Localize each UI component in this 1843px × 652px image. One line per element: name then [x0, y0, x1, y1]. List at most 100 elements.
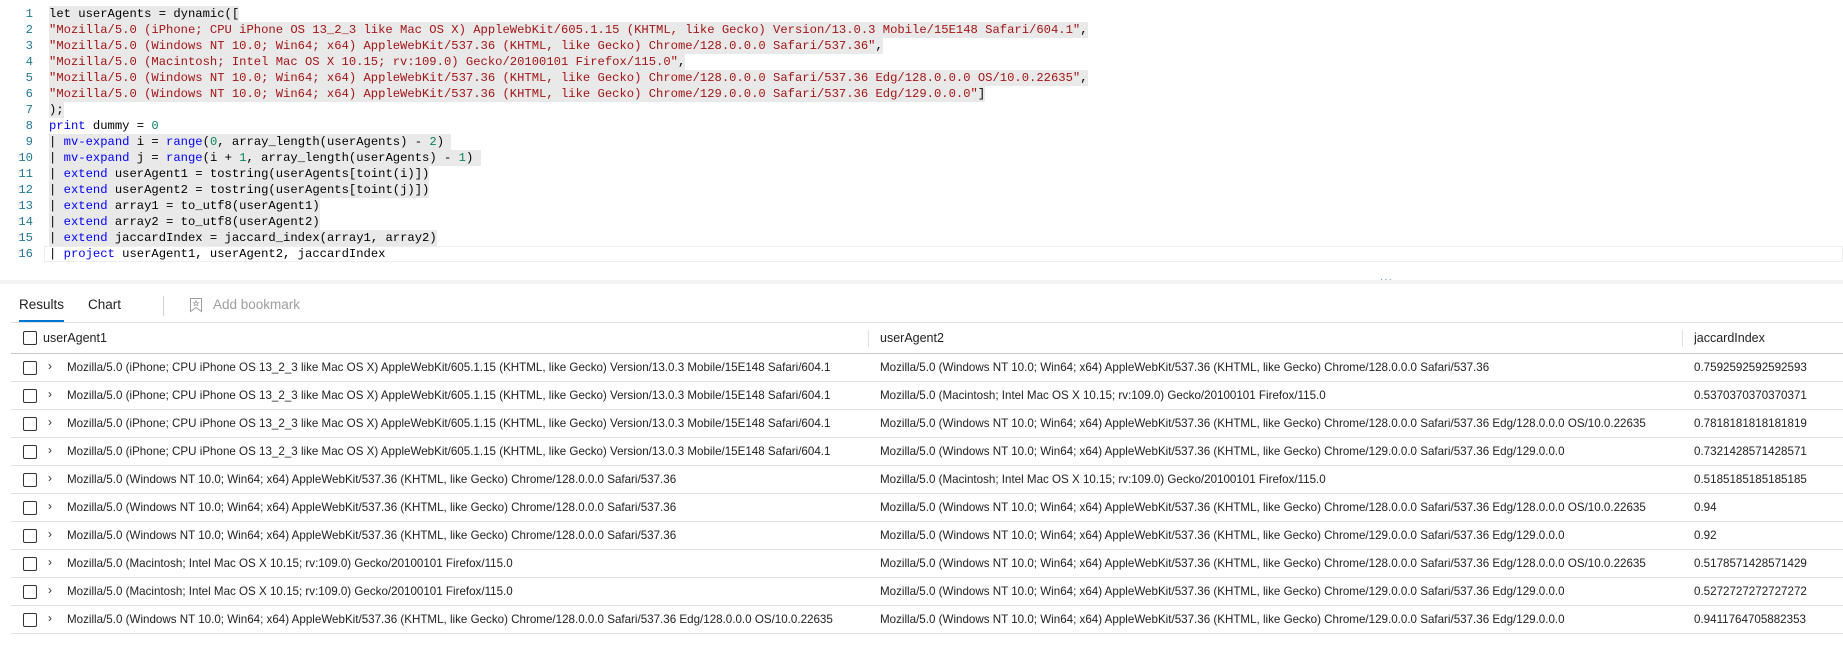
code-token: array2 = to_utf8(userAgent2)	[107, 215, 320, 229]
cell-useragent2: Mozilla/5.0 (Windows NT 10.0; Win64; x64…	[880, 529, 1565, 542]
row-checkbox[interactable]	[23, 557, 37, 571]
table-row[interactable]: › Mozilla/5.0 (iPhone; CPU iPhone OS 13_2…	[11, 410, 1843, 438]
code-token: ,	[1080, 23, 1088, 37]
code-text: "Mozilla/5.0 (Macintosh; Intel Mac OS X …	[49, 54, 686, 70]
code-text: "Mozilla/5.0 (Windows NT 10.0; Win64; x6…	[49, 86, 986, 102]
tab-divider	[163, 296, 164, 316]
line-number: 13	[18, 199, 33, 213]
pane-splitter[interactable]	[0, 280, 1843, 284]
code-line[interactable]: 7);	[0, 102, 1843, 118]
chevron-right-icon[interactable]: ›	[48, 359, 52, 373]
code-token: project	[63, 247, 115, 261]
code-token: extend	[63, 215, 108, 229]
code-text: | mv-expand j = range(i + 1, array_lengt…	[49, 150, 481, 166]
cell-jaccardindex: 0.92	[1694, 529, 1717, 542]
chevron-right-icon[interactable]: ›	[48, 443, 52, 457]
code-line[interactable]: 11 | extend userAgent1 = tostring(userAge…	[0, 166, 1843, 182]
cell-jaccardindex: 0.7818181818181819	[1694, 417, 1807, 430]
chevron-right-icon[interactable]: ›	[48, 415, 52, 429]
code-line[interactable]: 14 | extend array2 = to_utf8(userAgent2)	[0, 214, 1843, 230]
row-checkbox[interactable]	[23, 361, 37, 375]
grid-header-row: userAgent1 userAgent2 jaccardIndex	[11, 323, 1843, 354]
tab-results[interactable]: Results	[19, 290, 65, 322]
code-token: ,	[875, 39, 883, 53]
code-token: extend	[63, 231, 108, 245]
code-token: ]	[977, 87, 986, 101]
table-row[interactable]: › Mozilla/5.0 (Macintosh; Intel Mac OS X …	[11, 550, 1843, 578]
code-text: );	[49, 102, 64, 118]
table-row[interactable]: › Mozilla/5.0 (Macintosh; Intel Mac OS X …	[11, 578, 1843, 606]
code-line[interactable]: 5 "Mozilla/5.0 (Windows NT 10.0; Win64; x…	[0, 70, 1843, 86]
code-token: mv-expand	[63, 135, 130, 149]
code-line[interactable]: 3 "Mozilla/5.0 (Windows NT 10.0; Win64; x…	[0, 38, 1843, 54]
table-row[interactable]: › Mozilla/5.0 (Windows NT 10.0; Win64; x6…	[11, 466, 1843, 494]
code-line[interactable]: 8 print dummy = 0	[0, 118, 1843, 134]
code-token: |	[49, 183, 64, 197]
code-token: dummy =	[85, 119, 152, 133]
row-checkbox[interactable]	[23, 473, 37, 487]
select-all-checkbox[interactable]	[23, 331, 37, 345]
chevron-right-icon[interactable]: ›	[48, 387, 52, 401]
column-resize-handle[interactable]	[868, 330, 869, 347]
bookmark-icon	[190, 298, 202, 313]
code-line[interactable]: 2 "Mozilla/5.0 (iPhone; CPU iPhone OS 13_…	[0, 22, 1843, 38]
table-row[interactable]: › Mozilla/5.0 (Windows NT 10.0; Win64; x6…	[11, 606, 1843, 634]
column-header-useragent1[interactable]: userAgent1	[43, 323, 833, 353]
cell-useragent1: Mozilla/5.0 (Windows NT 10.0; Win64; x64…	[67, 501, 677, 514]
row-checkbox[interactable]	[23, 445, 37, 459]
chevron-right-icon[interactable]: ›	[48, 611, 52, 625]
code-token: userAgent2 = tostring(userAgents[toint(j…	[107, 183, 430, 197]
code-line[interactable]: 10 | mv-expand j = range(i + 1, array_len…	[0, 150, 1843, 166]
line-number: 10	[18, 151, 33, 165]
code-line[interactable]: 13 | extend array1 = to_utf8(userAgent1)	[0, 198, 1843, 214]
chevron-right-icon[interactable]: ›	[48, 471, 52, 485]
row-checkbox[interactable]	[23, 389, 37, 403]
row-checkbox[interactable]	[23, 417, 37, 431]
code-token: mv-expand	[63, 151, 130, 165]
line-number: 6	[25, 87, 33, 101]
cell-useragent1: Mozilla/5.0 (Windows NT 10.0; Win64; x64…	[67, 473, 677, 486]
chevron-right-icon[interactable]: ›	[48, 527, 52, 541]
code-token: array1 = to_utf8(userAgent1)	[107, 199, 320, 213]
table-row[interactable]: › Mozilla/5.0 (iPhone; CPU iPhone OS 13_2…	[11, 438, 1843, 466]
tab-results-label: Results	[19, 297, 65, 312]
row-checkbox[interactable]	[23, 585, 37, 599]
code-token: 0	[151, 119, 159, 133]
code-line[interactable]: 12 | extend userAgent2 = tostring(userAge…	[0, 182, 1843, 198]
column-header-useragent2[interactable]: userAgent2	[880, 323, 1680, 353]
code-line[interactable]: 1 let userAgents = dynamic([	[0, 6, 1843, 22]
chevron-right-icon[interactable]: ›	[48, 583, 52, 597]
cell-jaccardindex: 0.9411764705882353	[1694, 613, 1806, 626]
chevron-right-icon[interactable]: ›	[48, 555, 52, 569]
code-line[interactable]: 4 "Mozilla/5.0 (Macintosh; Intel Mac OS X…	[0, 54, 1843, 70]
code-token: "Mozilla/5.0 (iPhone; CPU iPhone OS 13_2…	[49, 23, 1081, 37]
code-line[interactable]: 15 | extend jaccardIndex = jaccard_index(…	[0, 230, 1843, 246]
table-row[interactable]: › Mozilla/5.0 (iPhone; CPU iPhone OS 13_2…	[11, 354, 1843, 382]
code-token: ,	[677, 55, 686, 69]
code-token: , array_length(userAgents) -	[246, 151, 459, 165]
code-token: "Mozilla/5.0 (Macintosh; Intel Mac OS X …	[49, 55, 678, 69]
column-resize-handle[interactable]	[1682, 330, 1683, 347]
table-row[interactable]: › Mozilla/5.0 (Windows NT 10.0; Win64; x6…	[11, 494, 1843, 522]
code-token: )	[436, 135, 445, 149]
line-number: 1	[25, 7, 33, 21]
table-row[interactable]: › Mozilla/5.0 (Windows NT 10.0; Win64; x6…	[11, 522, 1843, 550]
column-header-jaccardindex[interactable]: jaccardIndex	[1694, 323, 1843, 353]
code-line[interactable]: 9 | mv-expand i = range(0, array_length(u…	[0, 134, 1843, 150]
more-horizontal-icon[interactable]: ···	[1380, 275, 1393, 285]
table-row[interactable]: › Mozilla/5.0 (iPhone; CPU iPhone OS 13_2…	[11, 382, 1843, 410]
row-checkbox[interactable]	[23, 613, 37, 627]
code-line[interactable]: 6 "Mozilla/5.0 (Windows NT 10.0; Win64; x…	[0, 86, 1843, 102]
cell-jaccardindex: 0.7321428571428571	[1694, 445, 1807, 458]
row-checkbox[interactable]	[23, 529, 37, 543]
code-line[interactable]: 16 | project userAgent1, userAgent2, jacc…	[0, 246, 1843, 262]
code-token: 1	[458, 151, 466, 165]
cell-jaccardindex: 0.94	[1694, 501, 1717, 514]
row-checkbox[interactable]	[23, 501, 37, 515]
cell-useragent1: Mozilla/5.0 (iPhone; CPU iPhone OS 13_2_…	[67, 361, 831, 374]
tab-chart[interactable]: Chart	[88, 290, 121, 320]
chevron-right-icon[interactable]: ›	[48, 499, 52, 513]
query-editor[interactable]: 1 let userAgents = dynamic([2 "Mozilla/5.0…	[0, 0, 1843, 262]
code-text: print dummy = 0	[49, 118, 159, 134]
tab-chart-label: Chart	[88, 297, 122, 312]
